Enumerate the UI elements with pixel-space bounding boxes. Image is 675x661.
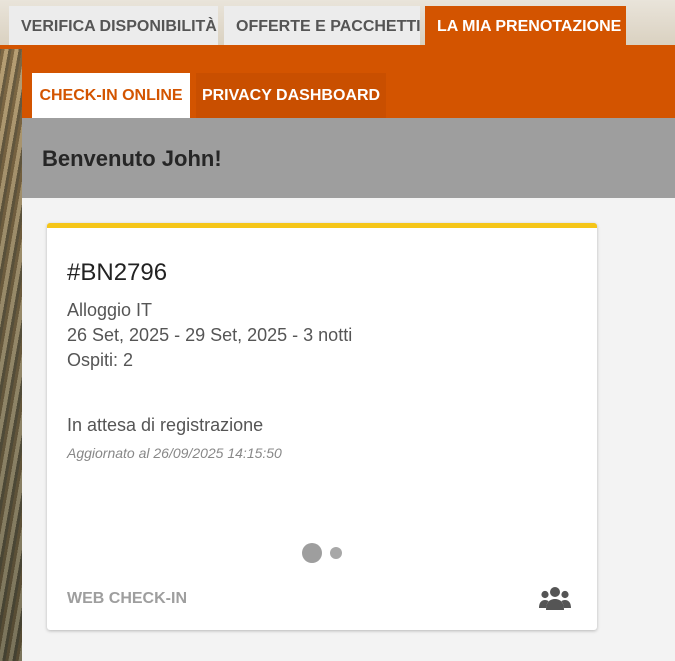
booking-dates: 26 Set, 2025 - 29 Set, 2025 - 3 notti [67, 325, 353, 345]
booking-status: In attesa di registrazione [67, 415, 264, 435]
top-navigation: VERIFICA DISPONIBILITÀ OFFERTE E PACCHET… [0, 0, 675, 49]
booking-card: #BN2796 Alloggio IT 26 Set, 2025 - 29 Se… [47, 223, 597, 630]
booking-updated-timestamp: Aggiornato al 26/09/2025 14:15:50 [67, 445, 282, 461]
booking-accommodation: Alloggio IT [67, 300, 153, 320]
group-icon[interactable] [539, 586, 571, 612]
tab-la-mia-prenotazione[interactable]: LA MIA PRENOTAZIONE [425, 6, 626, 45]
carousel-dot-active[interactable] [302, 543, 322, 563]
tab-privacy-dashboard[interactable]: PRIVACY DASHBOARD [196, 73, 386, 118]
welcome-title: Benvenuto John! [42, 146, 222, 171]
tab-offerte-pacchetti[interactable]: OFFERTE E PACCHETTI [224, 6, 421, 45]
web-check-in-button[interactable]: WEB CHECK-IN [67, 590, 187, 608]
carousel-dot[interactable] [330, 547, 342, 559]
tab-check-in-online[interactable]: CHECK-IN ONLINE [32, 73, 190, 118]
carousel-indicator [302, 543, 352, 563]
booking-code: #BN2796 [67, 259, 168, 286]
main-panel: CHECK-IN ONLINE PRIVACY DASHBOARD Benven… [22, 49, 675, 661]
booking-guests: Ospiti: 2 [67, 350, 134, 370]
sub-navigation: CHECK-IN ONLINE PRIVACY DASHBOARD [22, 49, 675, 118]
welcome-banner: Benvenuto John! [22, 118, 675, 198]
tab-verifica-disponibilita[interactable]: VERIFICA DISPONIBILITÀ [9, 6, 218, 45]
